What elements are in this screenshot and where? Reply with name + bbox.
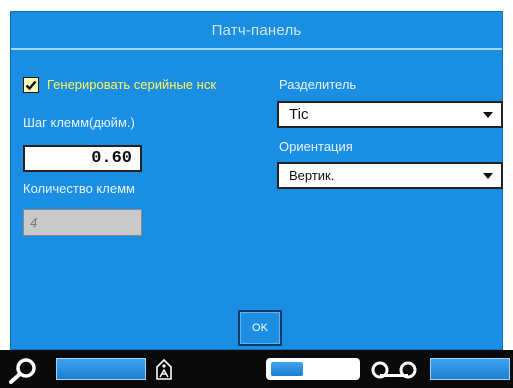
checkmark-icon [25, 80, 37, 91]
orientation-select[interactable]: Вертик. [277, 162, 503, 189]
separator-value: Tic [289, 106, 309, 123]
chevron-down-icon [483, 111, 493, 118]
terminal-pitch-label: Шаг клемм(дюйм.) [23, 115, 135, 130]
terminal-count-label: Количество клемм [23, 181, 135, 196]
terminal-count-input: 4 [23, 209, 142, 236]
orientation-label: Ориентация [279, 139, 353, 154]
generate-serial-checkbox[interactable] [23, 77, 39, 93]
orientation-value: Вертик. [289, 168, 335, 183]
ok-button[interactable]: OK [238, 310, 282, 346]
terminal-pitch-input[interactable]: 0.60 [23, 145, 142, 172]
dialog-title: Патч-панель [11, 12, 502, 50]
status-indicator-left [56, 358, 146, 380]
generate-serial-label[interactable]: Генерировать серийные нск [47, 77, 259, 92]
label-tag-icon [156, 359, 172, 380]
search-icon[interactable] [6, 356, 40, 384]
status-indicator-right [430, 358, 510, 380]
patch-panel-dialog: Патч-панель Генерировать серийные нск Ша… [10, 11, 503, 350]
status-bar [0, 350, 513, 388]
tape-cassette-icon [371, 361, 417, 379]
chevron-down-icon [483, 172, 493, 179]
separator-label: Разделитель [279, 77, 357, 92]
status-indicator-center [266, 358, 360, 380]
separator-select[interactable]: Tic [277, 101, 503, 128]
